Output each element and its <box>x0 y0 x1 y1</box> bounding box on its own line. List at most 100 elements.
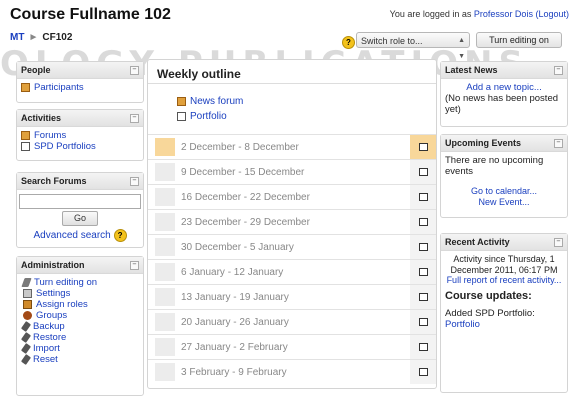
show-only-week-icon[interactable] <box>419 243 428 251</box>
user-name-link[interactable]: Professor Dois <box>474 9 533 19</box>
show-only-week-icon[interactable] <box>419 318 428 326</box>
admin-link[interactable]: Groups <box>36 310 67 321</box>
search-forums-input[interactable] <box>19 194 141 209</box>
edit-icon <box>21 278 32 287</box>
admin-link[interactable]: Import <box>33 343 60 354</box>
week-section: 2 December - 8 December <box>148 134 436 159</box>
course-title: Course Fullname 102 <box>10 6 171 23</box>
news-forum-link[interactable]: News forum <box>190 96 243 107</box>
collapse-icon[interactable]: – <box>130 66 139 75</box>
collapse-icon[interactable]: – <box>554 66 563 75</box>
advanced-search-link[interactable]: Advanced search <box>33 230 110 241</box>
collapse-icon[interactable]: – <box>130 261 139 270</box>
breadcrumb-home[interactable]: MT <box>10 32 24 43</box>
latest-news-block: Latest News – Add a new topic... (No new… <box>440 61 568 127</box>
help-icon[interactable]: ? <box>113 229 127 242</box>
recent-activity-body: Activity since Thursday, 1 December 2011… <box>441 251 567 333</box>
admin-item-settings[interactable]: Settings <box>23 288 139 299</box>
admin-item-import[interactable]: Import <box>20 343 139 354</box>
collapse-icon[interactable]: – <box>554 139 563 148</box>
portfolio-item[interactable]: Portfolio <box>177 109 243 124</box>
collapse-icon[interactable]: – <box>130 177 139 186</box>
latest-news-header: Latest News – <box>441 62 567 79</box>
administration-block-header: Administration – <box>17 257 143 274</box>
admin-item-groups[interactable]: Groups <box>23 310 139 321</box>
admin-item-assign-roles[interactable]: Assign roles <box>23 299 139 310</box>
latest-news-body: Add a new topic... (No news has been pos… <box>441 79 567 118</box>
portfolio-link[interactable]: Portfolio <box>190 111 227 122</box>
full-report-link[interactable]: Full report of recent activity... <box>445 275 563 286</box>
admin-item-turn-editing[interactable]: Turn editing on <box>21 277 139 288</box>
admin-item-reset[interactable]: Reset <box>20 354 139 365</box>
week-left-cell <box>155 213 175 231</box>
weekly-outline-block: Weekly outline News forum Portfolio 2 De… <box>147 59 437 389</box>
admin-link[interactable]: Restore <box>33 332 66 343</box>
show-only-week-icon[interactable] <box>419 168 428 176</box>
week-section: 23 December - 29 December <box>148 209 436 234</box>
settings-icon <box>23 289 32 298</box>
admin-link[interactable]: Backup <box>33 321 65 332</box>
week-left-cell <box>155 163 175 181</box>
portfolio-icon <box>177 112 186 121</box>
participants-item[interactable]: Participants <box>21 82 139 93</box>
logout-link[interactable]: (Logout) <box>535 9 569 19</box>
weekly-outline-title: Weekly outline <box>157 67 241 81</box>
week-left-cell <box>155 263 175 281</box>
show-only-week-icon[interactable] <box>419 218 428 226</box>
show-only-week-icon[interactable] <box>419 268 428 276</box>
forums-link[interactable]: Forums <box>34 130 66 141</box>
week-section: 9 December - 15 December <box>148 159 436 184</box>
admin-item-restore[interactable]: Restore <box>20 332 139 343</box>
week-section: 20 January - 26 January <box>148 309 436 334</box>
admin-link[interactable]: Settings <box>36 288 70 299</box>
admin-item-backup[interactable]: Backup <box>20 321 139 332</box>
week-label: 2 December - 8 December <box>181 142 299 153</box>
week-section: 6 January - 12 January <box>148 259 436 284</box>
week-left-cell <box>155 338 175 356</box>
forums-item[interactable]: Forums <box>21 130 139 141</box>
go-to-calendar-link[interactable]: Go to calendar... <box>445 186 563 197</box>
breadcrumb: MT ► CF102 <box>10 32 72 43</box>
people-block: People – Participants <box>16 61 144 103</box>
show-only-week-icon[interactable] <box>419 143 428 151</box>
admin-link[interactable]: Assign roles <box>36 299 88 310</box>
show-only-week-icon[interactable] <box>419 193 428 201</box>
week-label: 23 December - 29 December <box>181 217 310 228</box>
switch-role-value: Switch role to... <box>361 36 423 46</box>
upcoming-events-block: Upcoming Events – There are no upcoming … <box>440 134 568 218</box>
login-prefix: You are logged in as <box>389 9 472 19</box>
switch-role-select[interactable]: Switch role to... ▲ ▼ <box>356 32 470 60</box>
add-topic-link[interactable]: Add a new topic... <box>445 82 563 93</box>
week-section: 27 January - 2 February <box>148 334 436 359</box>
activity-since-text: Activity since Thursday, 1 December 2011… <box>450 254 558 275</box>
show-only-week-icon[interactable] <box>419 343 428 351</box>
spd-portfolios-item[interactable]: SPD Portfolios <box>21 141 139 152</box>
restore-icon <box>20 332 32 343</box>
admin-link[interactable]: Turn editing on <box>34 277 97 288</box>
week-section: 13 January - 19 January <box>148 284 436 309</box>
collapse-icon[interactable]: – <box>130 114 139 123</box>
turn-editing-on-button[interactable]: Turn editing on <box>476 32 562 48</box>
search-go-button[interactable]: Go <box>62 211 98 226</box>
show-only-week-icon[interactable] <box>419 368 428 376</box>
update-portfolio-link[interactable]: Portfolio <box>445 319 563 331</box>
divider <box>148 83 436 84</box>
activities-block-title: Activities <box>21 113 62 123</box>
spd-portfolios-link[interactable]: SPD Portfolios <box>34 141 96 152</box>
breadcrumb-current: CF102 <box>42 32 73 43</box>
help-icon[interactable]: ? <box>342 36 355 49</box>
upcoming-events-body: There are no upcoming events Go to calen… <box>441 152 567 211</box>
show-only-week-icon[interactable] <box>419 293 428 301</box>
admin-link[interactable]: Reset <box>33 354 58 365</box>
news-forum-item[interactable]: News forum <box>177 94 243 109</box>
collapse-icon[interactable]: – <box>554 238 563 247</box>
latest-news-title: Latest News <box>445 65 498 75</box>
week-label: 20 January - 26 January <box>181 317 289 328</box>
update-text: Added SPD Portfolio: <box>445 308 535 319</box>
week-left-cell <box>155 138 175 156</box>
week-section: 16 December - 22 December <box>148 184 436 209</box>
participants-link[interactable]: Participants <box>34 82 84 93</box>
assign-roles-icon <box>23 300 32 309</box>
new-event-link[interactable]: New Event... <box>445 197 563 208</box>
upcoming-events-title: Upcoming Events <box>445 138 522 148</box>
